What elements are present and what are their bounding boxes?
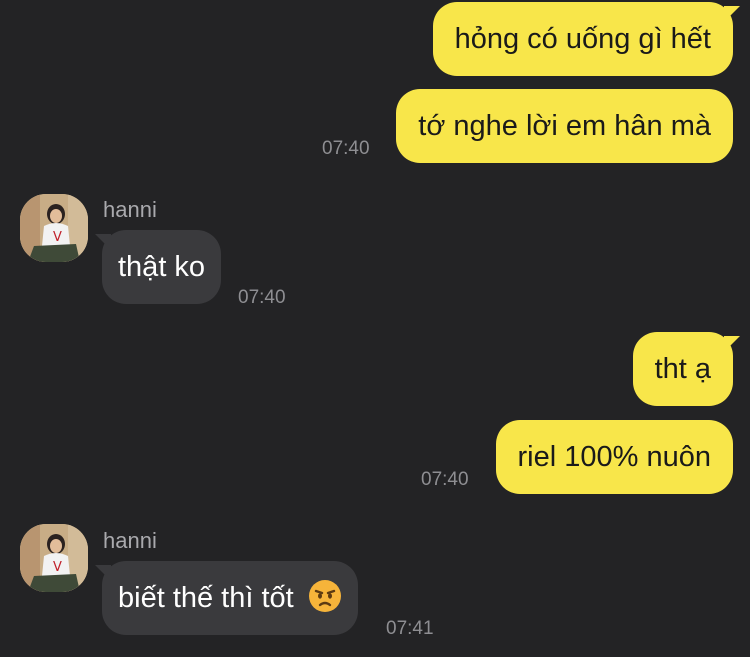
sender-name: hanni [103,197,157,222]
message-text: thật ko [118,251,206,283]
message-bubble-incoming[interactable]: biết thế thì tốt [102,561,358,635]
message-timestamp: 07:41 [386,618,434,639]
sender-name: hanni [103,528,157,553]
avatar-image: V [20,194,88,262]
message-timestamp: 07:40 [421,469,469,490]
pouting-face-icon [308,580,341,612]
message-timestamp: 07:40 [322,138,370,159]
message-text: riel 100% nuôn [517,441,711,473]
message-text: tht ạ [654,353,711,385]
message-timestamp: 07:40 [238,287,286,308]
message-text: hỏng có uống gì hết [454,23,711,55]
message-bubble-outgoing[interactable]: tớ nghe lời em hân mà [396,89,733,163]
svg-text:V: V [53,230,62,245]
message-bubble-outgoing[interactable]: tht ạ [632,332,733,406]
message-bubble-incoming[interactable]: thật ko [102,230,222,304]
avatar[interactable]: V [20,194,88,262]
message-bubble-outgoing[interactable]: hỏng có uống gì hết [432,2,733,76]
message-text: tớ nghe lời em hân mà [418,110,711,142]
avatar-image: V [20,524,88,592]
message-text: biết thế thì tốt [118,582,294,614]
avatar[interactable]: V [20,524,88,592]
message-bubble-outgoing[interactable]: riel 100% nuôn [495,420,733,494]
svg-text:V: V [53,560,62,575]
